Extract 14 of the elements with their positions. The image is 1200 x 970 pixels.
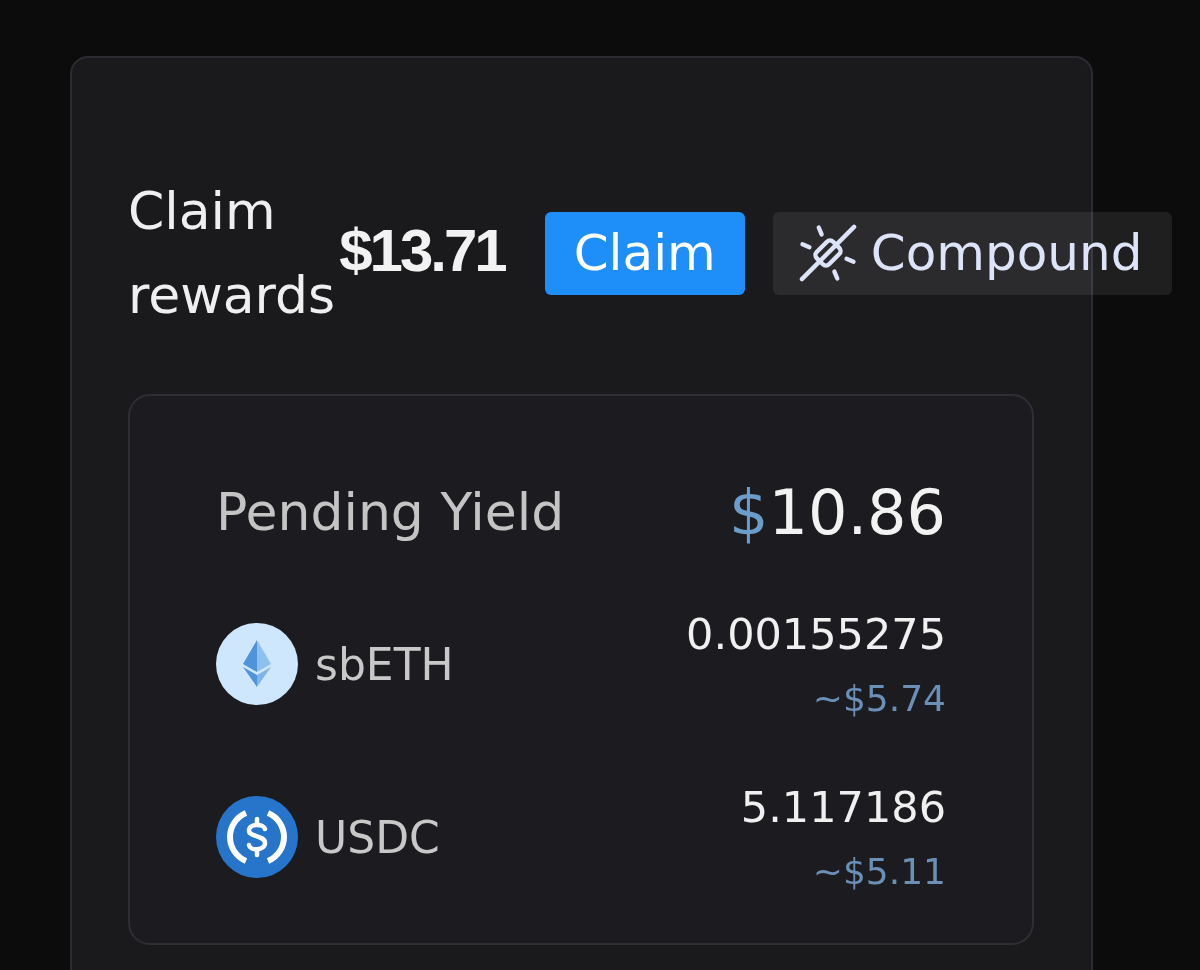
token-symbol: USDC — [315, 811, 440, 863]
token-usd-value: ~$5.11 — [812, 850, 946, 894]
token-symbol: sbETH — [315, 638, 454, 690]
pending-yield-label: Pending Yield — [216, 482, 565, 542]
token-usd-value: ~$5.74 — [812, 677, 946, 721]
usdc-coin-icon — [216, 796, 298, 878]
token-amount: 0.00155275 — [686, 608, 946, 661]
unplugged-icon — [798, 224, 857, 282]
compound-button[interactable]: Compound — [772, 211, 1173, 295]
pending-yield-amount: $10.86 — [729, 475, 946, 549]
token-amount: 5.117186 — [740, 781, 946, 834]
claim-rewards-title: Claim rewards — [128, 180, 336, 327]
rewards-total: $13.71 — [339, 215, 505, 285]
ethereum-icon — [216, 623, 298, 705]
